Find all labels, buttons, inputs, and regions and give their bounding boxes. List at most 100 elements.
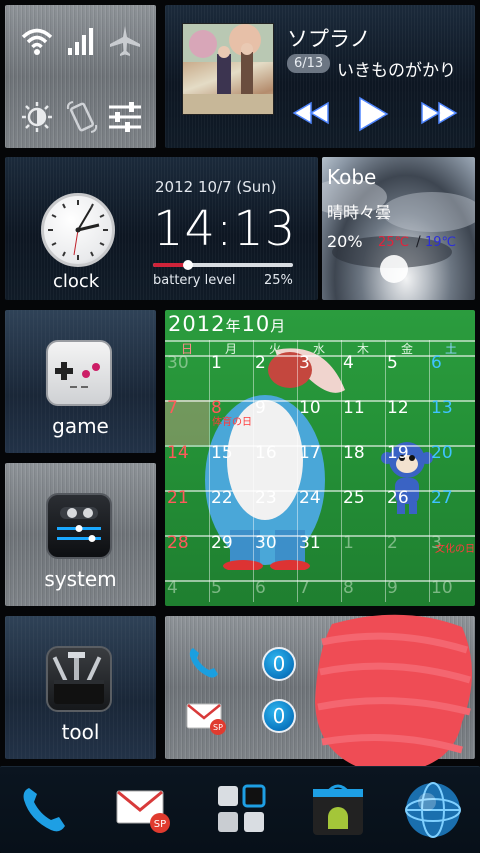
calendar-day-cell[interactable]: 3	[297, 353, 341, 373]
calendar-day-cell[interactable]: 2	[385, 533, 429, 553]
settings-sliders-icon[interactable]	[105, 97, 145, 137]
calendar-day-cell[interactable]: 18	[341, 443, 385, 463]
calendar-day-cell[interactable]: 11	[341, 398, 385, 418]
clock-battery-widget[interactable]: clock 2012 10/7 (Sun) 14:13 battery leve…	[5, 157, 318, 300]
wifi-icon[interactable]	[17, 21, 57, 61]
calendar-day-cell[interactable]: 30	[253, 533, 297, 553]
missed-call-count[interactable]: 0	[262, 647, 296, 681]
calendar-day-cell[interactable]: 21	[165, 488, 209, 508]
calendar-col-line	[209, 340, 210, 602]
signal-icon[interactable]	[62, 21, 102, 61]
time-text: 14:13	[153, 201, 297, 257]
calendar-day-cell[interactable]: 10	[297, 398, 341, 418]
game-app-tile[interactable]: game	[5, 310, 156, 453]
calendar-widget[interactable]: 2012年10月 日月火水木金土 30 1 2 3 4 5 6 7 8 9 10 11 12 13 14 15 1…	[165, 310, 475, 606]
game-controller-icon	[46, 340, 112, 406]
analog-clock-icon[interactable]	[41, 193, 115, 267]
calendar-day-cell[interactable]: 4	[341, 353, 385, 373]
market-icon[interactable]	[305, 777, 371, 843]
airplane-icon[interactable]	[105, 21, 145, 61]
tool-app-tile[interactable]: tool	[5, 616, 156, 759]
calendar-day-cell[interactable]: 4	[165, 578, 209, 598]
calendar-day-cell[interactable]: 19	[385, 443, 429, 463]
missed-call-phone-icon[interactable]	[185, 644, 223, 686]
app-drawer-icon[interactable]	[208, 777, 274, 843]
toolbox-icon	[46, 646, 112, 712]
dock: SP	[0, 766, 480, 853]
calendar-day-cell[interactable]: 28	[165, 533, 209, 553]
weather-city: Kobe	[327, 165, 377, 189]
calendar-month: 10	[241, 312, 271, 336]
calendar-col-line	[297, 340, 298, 602]
rewind-icon[interactable]	[291, 100, 331, 130]
calendar-day-cell[interactable]: 24	[297, 488, 341, 508]
weather-low-temp: 19℃	[425, 235, 457, 250]
song-title: ソプラノ	[287, 27, 371, 51]
calendar-event-label: 体育の日	[212, 417, 252, 428]
calendar-day-cell[interactable]: 15	[209, 443, 253, 463]
calendar-month-unit: 月	[270, 317, 287, 335]
calendar-day-cell[interactable]: 6	[429, 353, 473, 373]
calendar-day-cell[interactable]: 13	[429, 398, 473, 418]
calendar-day-cell[interactable]: 9	[385, 578, 429, 598]
album-art[interactable]	[182, 23, 274, 115]
artist-name: いきものがかり	[337, 61, 456, 81]
red-scribble-overlay	[315, 614, 472, 774]
weather-condition: 晴時々曇	[327, 203, 392, 222]
mail-icon[interactable]: SP	[110, 777, 176, 843]
calendar-col-line	[253, 340, 254, 602]
system-app-tile[interactable]: system	[5, 463, 156, 606]
calendar-day-cell[interactable]: 17	[297, 443, 341, 463]
calendar-day-cell[interactable]: 9	[253, 398, 297, 418]
calendar-day-cell[interactable]: 16	[253, 443, 297, 463]
play-icon[interactable]	[355, 95, 391, 137]
tool-app-label: tool	[61, 720, 100, 744]
calendar-year: 2012	[168, 312, 226, 336]
calendar-day-cell[interactable]: 31	[297, 533, 341, 553]
quick-settings-tile	[5, 5, 156, 148]
svg-text:SP: SP	[154, 819, 166, 830]
calendar-day-cell[interactable]: 30	[165, 353, 209, 373]
track-number-badge: 6/13	[287, 54, 331, 73]
calendar-day-cell[interactable]: 7	[165, 398, 209, 418]
calendar-day-cell[interactable]: 5	[209, 578, 253, 598]
battery-bar-knob	[183, 260, 193, 270]
unread-mail-icon[interactable]: SP	[185, 700, 227, 740]
weather-high-temp: 25℃	[378, 235, 410, 250]
system-app-label: system	[44, 567, 117, 591]
phone-icon[interactable]	[12, 777, 78, 843]
calendar-day-cell[interactable]: 5	[385, 353, 429, 373]
calendar-day-cell[interactable]: 1	[209, 353, 253, 373]
calendar-day-cell[interactable]: 20	[429, 443, 473, 463]
calendar-header: 2012年10月	[168, 312, 286, 336]
calendar-day-cell[interactable]: 26	[385, 488, 429, 508]
calendar-day-cell[interactable]: 8	[341, 578, 385, 598]
calendar-col-line	[429, 340, 430, 602]
calendar-day-cell[interactable]: 10	[429, 578, 473, 598]
calendar-day-cell[interactable]: 14	[165, 443, 209, 463]
battery-bar	[153, 260, 293, 270]
rotate-icon[interactable]	[62, 97, 102, 137]
weather-widget[interactable]: Kobe 晴時々曇 20% 25℃ / 19℃	[322, 157, 475, 300]
calendar-day-cell[interactable]: 7	[297, 578, 341, 598]
calendar-event-label: 文化の日	[435, 544, 475, 555]
game-app-label: game	[52, 414, 109, 438]
calendar-day-cell[interactable]: 29	[209, 533, 253, 553]
music-player-widget: ソプラノ 6/13 いきものがかり	[165, 5, 475, 148]
fast-forward-icon[interactable]	[419, 100, 459, 130]
svg-text:SP: SP	[213, 723, 223, 732]
calendar-day-cell[interactable]: 2	[253, 353, 297, 373]
calendar-year-unit: 年	[225, 317, 242, 335]
calendar-day-cell[interactable]: 27	[429, 488, 473, 508]
battery-percent: 25%	[264, 273, 293, 288]
calendar-day-cell[interactable]: 6	[253, 578, 297, 598]
calendar-day-cell[interactable]: 22	[209, 488, 253, 508]
calendar-day-cell[interactable]: 1	[341, 533, 385, 553]
calendar-day-cell[interactable]: 25	[341, 488, 385, 508]
browser-globe-icon[interactable]	[400, 777, 466, 843]
brightness-icon[interactable]	[17, 97, 57, 137]
weather-temp-separator: /	[416, 234, 421, 250]
unread-mail-count[interactable]: 0	[262, 699, 296, 733]
calendar-day-cell[interactable]: 23	[253, 488, 297, 508]
calendar-day-cell[interactable]: 12	[385, 398, 429, 418]
